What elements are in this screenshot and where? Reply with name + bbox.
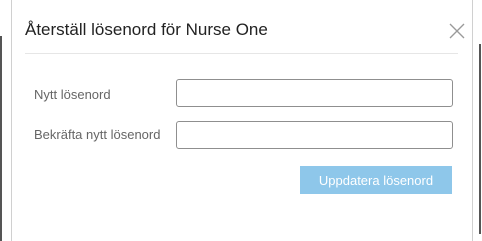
reset-password-dialog: Återställ lösenord för Nurse One Nytt lö…	[11, 0, 473, 241]
background-edge-left	[0, 36, 2, 241]
confirm-password-field[interactable]	[176, 121, 453, 149]
update-password-button[interactable]: Uppdatera lösenord	[300, 166, 452, 194]
close-icon[interactable]	[448, 22, 466, 40]
new-password-label: Nytt lösenord	[34, 87, 111, 102]
new-password-field[interactable]	[176, 79, 453, 107]
confirm-password-label: Bekräfta nytt lösenord	[34, 127, 161, 142]
header-divider	[25, 53, 458, 54]
dialog-title: Återställ lösenord för Nurse One	[25, 20, 268, 39]
close-icon-glyph	[449, 23, 465, 39]
dialog-header: Återställ lösenord för Nurse One	[12, 0, 472, 54]
page: Återställ lösenord för Nurse One Nytt lö…	[0, 0, 482, 241]
background-edge-right	[479, 44, 481, 234]
